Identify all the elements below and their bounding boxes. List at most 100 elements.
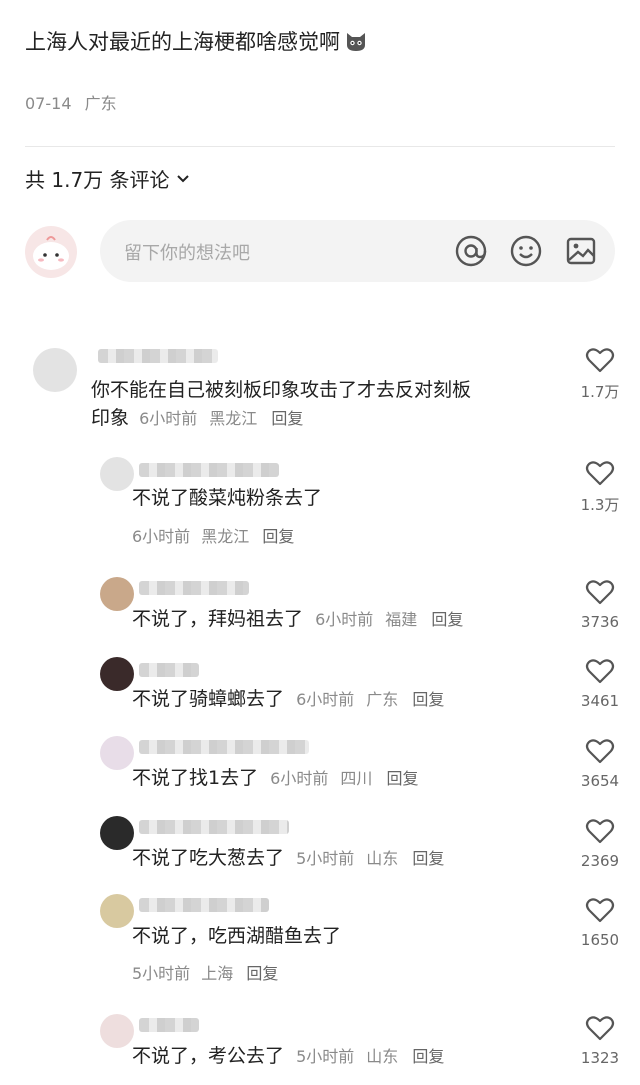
reply-item: 不说了，拜妈祖去了 6小时前 福建 回复 [95,575,565,635]
heart-icon [585,898,615,923]
comment-time: 6小时前 [315,610,374,629]
comment-meta: 6小时前 黑龙江 回复 [132,523,294,547]
comment-location: 四川 [340,769,373,788]
like-count: 3461 [580,692,620,710]
reply-button[interactable]: 回复 [431,610,463,629]
post-title: 上海人对最近的上海梗都啥感觉啊 [25,26,368,56]
avatar-illustration-icon [33,236,69,270]
heart-icon [585,1016,615,1041]
avatar[interactable] [100,577,134,611]
username-blurred[interactable] [139,1018,199,1032]
comment-line: 不说了，拜妈祖去了 6小时前 福建 回复 [132,605,463,634]
heart-icon [585,580,615,605]
comment-location: 广东 [366,690,399,709]
post-meta: 07-14 广东 [25,90,117,114]
comment-location: 山东 [366,1047,399,1066]
comment-text: 不说了找1去了 [132,767,259,789]
heart-icon [585,739,615,764]
comment-text: 不说了吃大葱去了 [132,847,285,869]
username-blurred[interactable] [139,663,199,677]
username-blurred[interactable] [139,740,309,754]
post-location: 广东 [84,94,117,113]
comment-location: 福建 [385,610,418,629]
like-button[interactable]: 3461 [570,656,630,710]
emoji-icon[interactable] [509,234,543,268]
post-date: 07-14 [25,94,72,113]
reply-button[interactable]: 回复 [412,849,444,868]
avatar[interactable] [100,657,134,691]
like-count: 2369 [580,852,620,870]
comment-location: 黑龙江 [209,409,258,428]
like-button[interactable]: 1323 [570,1013,630,1067]
my-avatar[interactable] [25,226,77,278]
comment-line: 不说了，考公去了 5小时前 山东 回复 [132,1042,444,1071]
reply-button[interactable]: 回复 [271,409,303,428]
heart-icon [585,461,615,486]
heart-icon [585,348,615,373]
avatar[interactable] [33,348,77,392]
like-button[interactable]: 3736 [570,577,630,631]
like-button[interactable]: 1650 [570,895,630,949]
image-icon[interactable] [564,234,598,268]
comment-item: 你不能在自己被刻板印象攻击了才去反对刻板 印象 6小时前 黑龙江 回复 [25,344,625,444]
comment-text: 不说了酸菜炖粉条去了 [132,487,323,509]
like-count: 3736 [580,613,620,631]
comment-text: 你不能在自己被刻板印象攻击了才去反对刻板 印象 6小时前 黑龙江 回复 [91,376,561,433]
comment-text-tail: 印象 [91,407,130,429]
username-blurred[interactable] [98,349,218,363]
comment-text: 不说了，考公去了 [132,1045,285,1067]
like-count: 1650 [580,931,620,949]
like-count: 1.3万 [580,496,620,514]
reply-button[interactable]: 回复 [246,964,278,983]
reply-item: 不说了酸菜炖粉条去了 6小时前 黑龙江 回复 [95,455,555,555]
heart-icon [585,819,615,844]
username-blurred[interactable] [139,463,279,477]
comment-count-toggle[interactable]: 共 1.7万 条评论 [25,164,190,193]
comment-line: 不说了骑蟑螂去了 6小时前 广东 回复 [132,685,444,714]
reply-button[interactable]: 回复 [386,769,418,788]
like-button[interactable]: 1.3万 [570,458,630,515]
chevron-down-icon [176,174,189,182]
username-blurred[interactable] [139,820,289,834]
cat-emoji-icon [347,33,365,51]
comment-time: 6小时前 [139,409,198,428]
heart-icon [585,659,615,684]
like-count: 1.7万 [580,383,620,401]
comment-time: 6小时前 [296,690,355,709]
comment-line: 不说了找1去了 6小时前 四川 回复 [132,764,418,793]
comment-text: 不说了骑蟑螂去了 [132,688,285,710]
reply-item: 不说了找1去了 6小时前 四川 回复 [95,734,565,794]
username-blurred[interactable] [139,581,249,595]
comment-meta: 5小时前 上海 回复 [132,960,278,984]
like-button[interactable]: 2369 [570,816,630,870]
avatar[interactable] [100,816,134,850]
comment-text: 不说了，吃西湖醋鱼去了 [132,925,342,947]
like-count: 3654 [580,772,620,790]
post-title-text: 上海人对最近的上海梗都啥感觉啊 [25,30,340,54]
comment-time: 5小时前 [132,964,191,983]
reply-button[interactable]: 回复 [412,1047,444,1066]
comment-location: 上海 [201,964,234,983]
avatar[interactable] [100,894,134,928]
reply-item: 不说了吃大葱去了 5小时前 山东 回复 [95,814,565,874]
reply-item: 不说了，考公去了 5小时前 山东 回复 [95,1012,565,1072]
avatar[interactable] [100,457,134,491]
reply-button[interactable]: 回复 [412,690,444,709]
like-count: 1323 [580,1049,620,1067]
comment-input[interactable]: 留下你的想法吧 [100,220,615,282]
like-button[interactable]: 1.7万 [570,345,630,402]
comment-time: 5小时前 [296,1047,355,1066]
reply-button[interactable]: 回复 [262,527,294,546]
comment-input-placeholder: 留下你的想法吧 [124,243,250,264]
comment-text-line: 印象 6小时前 黑龙江 回复 [91,404,561,433]
reply-item: 不说了，吃西湖醋鱼去了 5小时前 上海 回复 [95,892,555,992]
comment-text: 不说了，拜妈祖去了 [132,608,304,630]
username-blurred[interactable] [139,898,269,912]
like-button[interactable]: 3654 [570,736,630,790]
comment-count-label: 共 1.7万 条评论 [25,168,170,192]
comment-time: 6小时前 [270,769,329,788]
at-mention-icon[interactable] [454,234,488,268]
comment-text-line: 你不能在自己被刻板印象攻击了才去反对刻板 [91,379,472,401]
avatar[interactable] [100,1014,134,1048]
avatar[interactable] [100,736,134,770]
